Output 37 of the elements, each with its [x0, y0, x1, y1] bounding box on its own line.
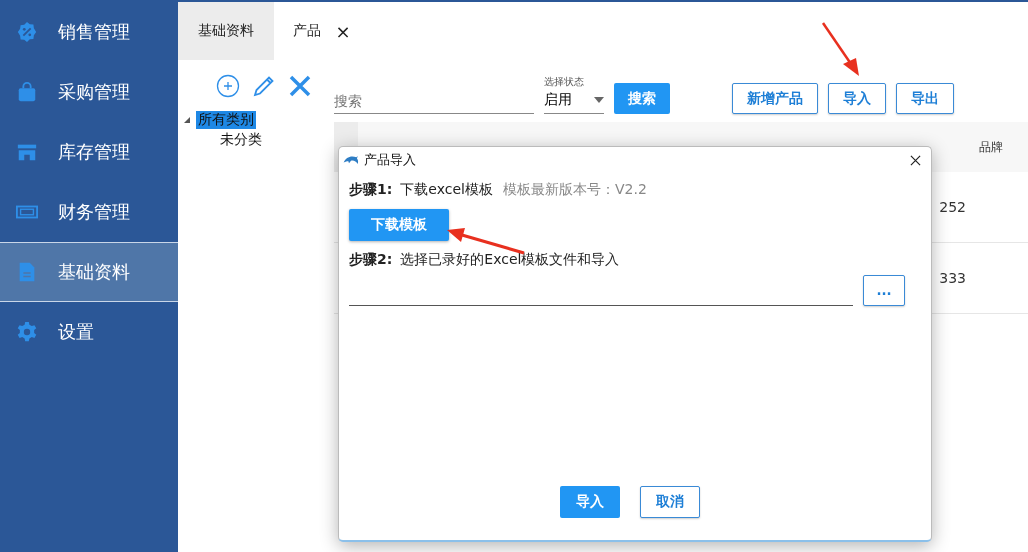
column-header: 品牌 [979, 138, 1003, 156]
field-label: 选择状态 [544, 75, 585, 89]
status-dropdown[interactable]: 启用 [544, 89, 604, 114]
browse-button[interactable]: ... [863, 275, 905, 306]
tree-item[interactable]: 所有类别 [196, 111, 256, 129]
tree-item[interactable]: 未分类 [218, 131, 264, 149]
nav-item[interactable]: 销售管理 [0, 2, 178, 62]
step-label: 步骤1: [349, 181, 393, 199]
close-icon[interactable]: × [335, 20, 351, 42]
step-text: 选择已录好的Excel模板文件和导入 [400, 251, 620, 269]
bag-icon [16, 81, 38, 103]
table-cell: 333 [939, 270, 966, 286]
annotation-arrow [821, 22, 859, 76]
tab[interactable]: 基础资料 [178, 2, 274, 60]
badge-icon [16, 21, 38, 43]
action-button[interactable]: 导出 [896, 83, 954, 114]
nav-item[interactable]: 基础资料 [0, 242, 178, 302]
table-cell: 252 [939, 199, 966, 215]
delete-icon[interactable] [288, 74, 312, 98]
gear-icon [16, 321, 38, 343]
add-icon[interactable] [216, 74, 240, 98]
action-button[interactable]: 新增产品 [732, 83, 818, 114]
caret-icon [594, 97, 604, 103]
nav-item[interactable]: 采购管理 [0, 62, 178, 122]
step-label: 步骤2: [349, 251, 393, 269]
step-text: 下载excel模板 [400, 181, 493, 199]
expander-icon[interactable] [184, 117, 190, 123]
edit-icon[interactable] [252, 74, 276, 98]
close-icon[interactable] [910, 154, 921, 166]
nav-item[interactable]: 库存管理 [0, 122, 178, 182]
dialog-title: 产品导入 [364, 151, 417, 169]
dolphin-icon [343, 154, 359, 166]
action-button[interactable]: 导入 [828, 83, 886, 114]
dialog-button[interactable]: 取消 [640, 486, 700, 518]
version-note: 模板最新版本号：V2.2 [502, 181, 647, 199]
nav-item[interactable]: 设置 [0, 302, 178, 362]
nav-item[interactable]: 财务管理 [0, 182, 178, 242]
